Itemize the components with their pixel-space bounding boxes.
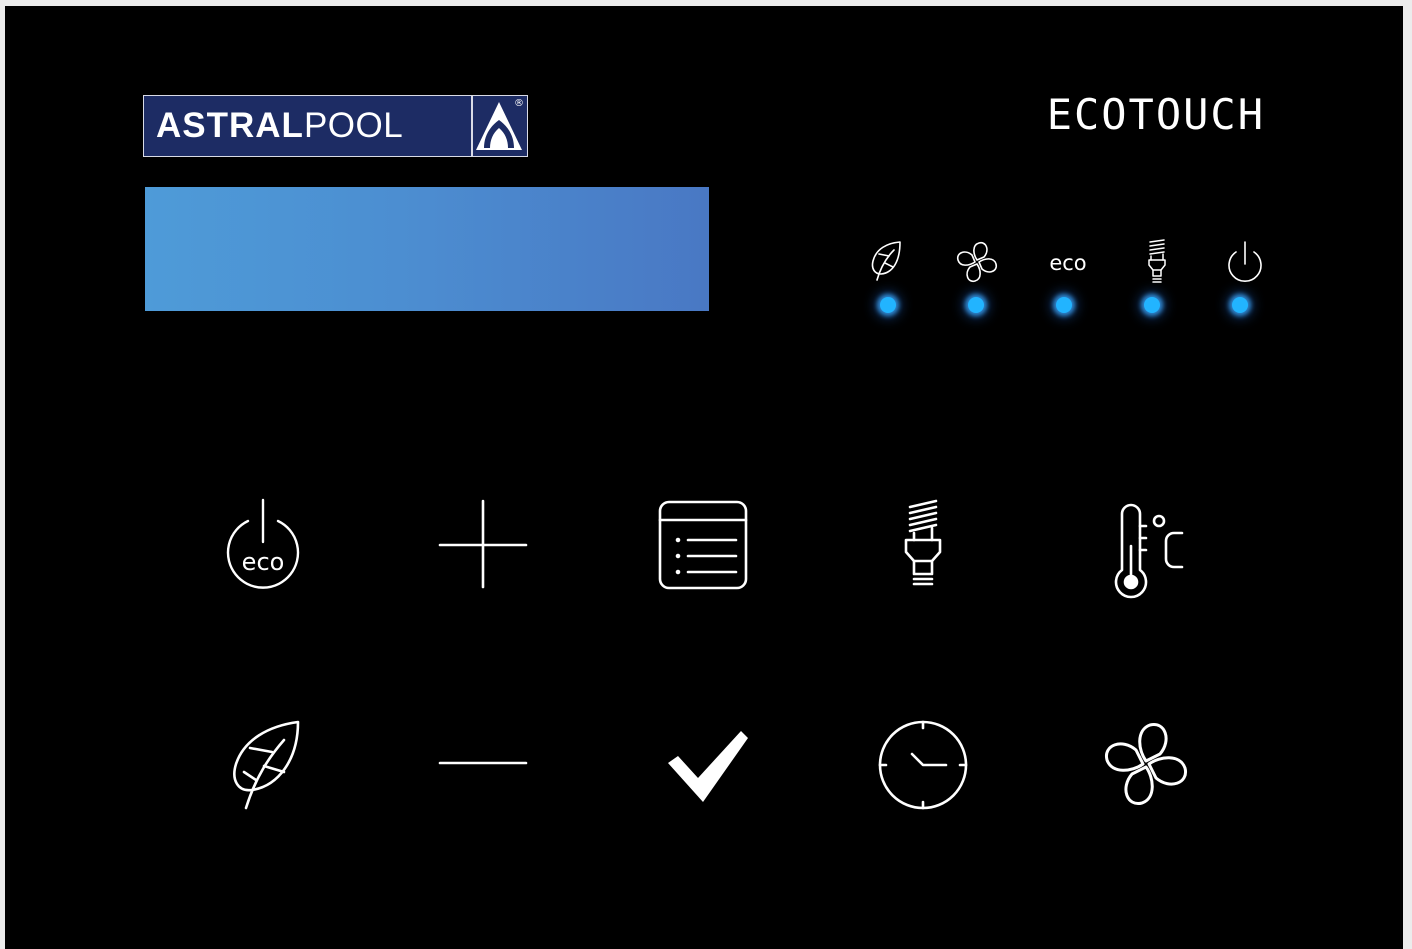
logo-wordmark-light: POOL — [303, 106, 404, 145]
indicator-eco-label: eco — [1049, 251, 1087, 275]
light-button[interactable] — [868, 490, 978, 600]
indicator-leaf-icon — [865, 236, 911, 282]
indicator-led-power — [1232, 297, 1248, 313]
plus-button[interactable] — [428, 490, 538, 600]
logo-separator — [471, 96, 473, 156]
indicator-fan-icon — [953, 238, 1001, 286]
menu-list-icon — [658, 500, 748, 590]
bulb-icon — [904, 499, 942, 586]
checkmark-icon — [668, 731, 748, 802]
fan-icon — [1105, 723, 1187, 805]
clock-icon — [878, 720, 968, 810]
indicator-led-bulb — [1144, 297, 1160, 313]
indicator-led-leaf — [880, 297, 896, 313]
menu-button[interactable] — [648, 490, 758, 600]
minus-button[interactable] — [428, 708, 538, 818]
indicator-led-eco — [1056, 297, 1072, 313]
plus-icon — [438, 499, 528, 589]
eco-button-label: eco — [241, 548, 285, 576]
leaf-icon — [233, 720, 300, 810]
eco-mode-button[interactable] — [208, 708, 318, 818]
indicator-led-fan — [968, 297, 984, 313]
lcd-display — [145, 187, 709, 311]
registered-mark: ® — [514, 98, 524, 109]
logo-wordmark: ASTRALPOOL — [156, 107, 403, 145]
clock-button[interactable] — [868, 708, 978, 818]
astralpool-logo: ASTRALPOOL ® — [143, 95, 528, 157]
fan-button[interactable] — [1088, 708, 1198, 818]
indicator-power-icon — [1221, 238, 1269, 286]
temperature-button[interactable] — [1088, 490, 1198, 600]
product-title: ECOTOUCH — [1046, 90, 1265, 139]
indicator-bulb-icon — [1141, 239, 1173, 287]
confirm-button[interactable] — [648, 708, 758, 818]
eco-power-button[interactable]: eco — [208, 490, 318, 600]
control-panel: ASTRALPOOL ® ECOTOUCH eco eco — [5, 6, 1403, 949]
logo-wordmark-bold: ASTRAL — [156, 106, 304, 145]
thermometer-celsius-icon — [1114, 503, 1184, 599]
